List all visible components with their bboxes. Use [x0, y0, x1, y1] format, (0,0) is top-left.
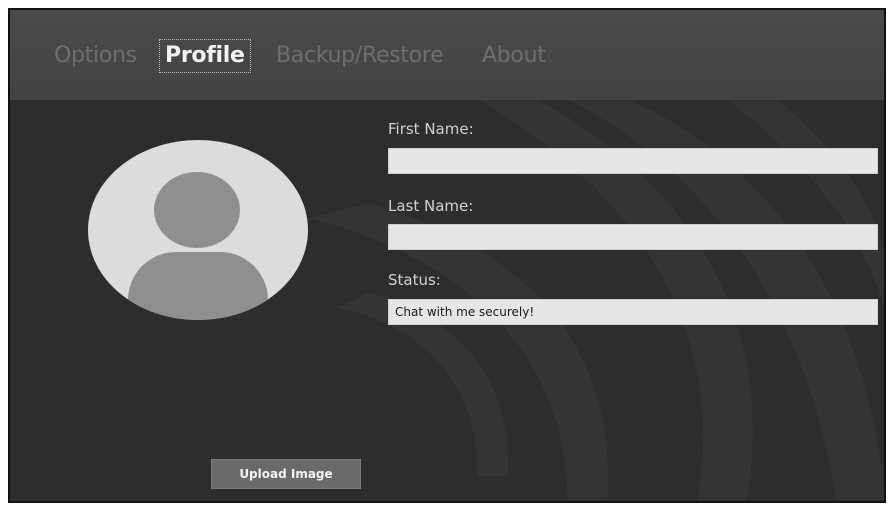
avatar-body: [128, 252, 268, 320]
last-name-label: Last Name:: [388, 197, 474, 215]
status-label: Status:: [388, 271, 441, 289]
upload-image-button[interactable]: Upload Image: [211, 459, 361, 489]
tab-backup-restore[interactable]: Backup/Restore: [274, 41, 445, 71]
tab-profile[interactable]: Profile: [159, 39, 251, 73]
tab-options[interactable]: Options: [52, 41, 139, 71]
first-name-field[interactable]: [388, 148, 878, 174]
tab-about[interactable]: About: [480, 41, 548, 71]
tab-bar: Options Profile Backup/Restore About: [10, 10, 884, 100]
status-field[interactable]: [388, 299, 878, 325]
profile-window: Options Profile Backup/Restore About Fir…: [8, 8, 886, 503]
avatar-head: [154, 172, 240, 248]
user-avatar-icon: [88, 140, 308, 320]
last-name-field[interactable]: [388, 224, 878, 250]
first-name-label: First Name:: [388, 120, 474, 138]
